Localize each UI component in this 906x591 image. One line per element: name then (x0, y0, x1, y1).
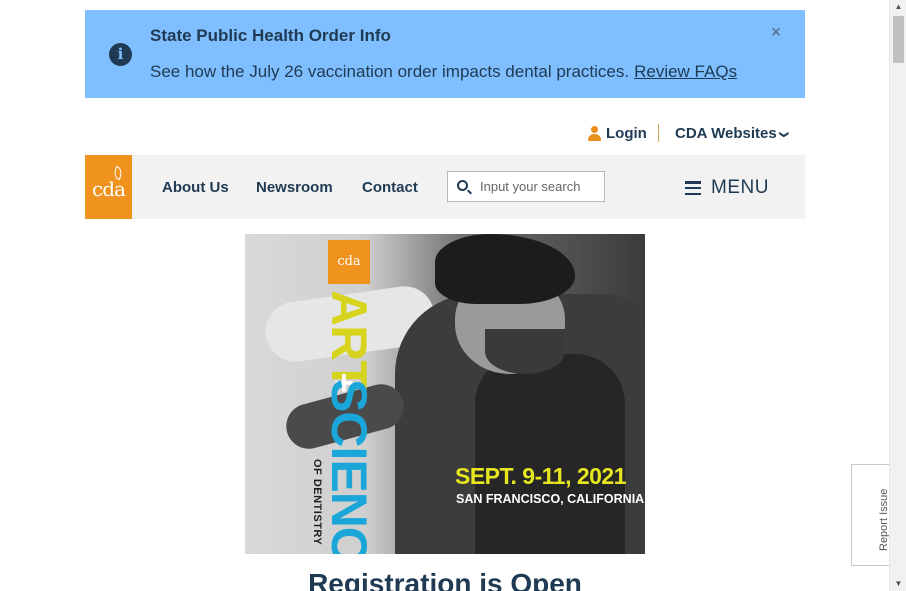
search-box (447, 171, 605, 202)
utility-bar: Login CDA Websites ❯ (85, 120, 805, 148)
scrollbar[interactable]: ▲ ▼ (889, 0, 906, 591)
scroll-down-icon[interactable]: ▼ (890, 577, 906, 591)
hero-logo: cda (328, 240, 370, 284)
nav-newsroom[interactable]: Newsroom (256, 179, 333, 196)
alert-message-text: See how the July 26 vaccination order im… (150, 62, 630, 81)
close-icon[interactable]: × (768, 23, 784, 41)
logo-text: cda (92, 177, 126, 201)
info-icon: i (109, 43, 132, 66)
registration-heading: Registration is Open (308, 568, 582, 591)
hero-subtitle: OF DENTISTRY (311, 459, 323, 546)
alert-message: See how the July 26 vaccination order im… (150, 62, 737, 82)
hero-date: SEPT. 9-11, 2021 (455, 463, 627, 489)
menu-button[interactable]: MENU (685, 177, 769, 199)
alert-banner: i State Public Health Order Info See how… (85, 10, 805, 98)
menu-label: MENU (711, 177, 769, 198)
nav-contact[interactable]: Contact (362, 179, 418, 196)
review-faqs-link[interactable]: Review FAQs (634, 62, 737, 81)
main-nav: cda About Us Newsroom Contact MENU (85, 155, 805, 219)
hero-word-science: SCIENCE (321, 379, 377, 554)
login-link[interactable]: Login (588, 125, 647, 142)
cda-websites-label: CDA Websites (675, 125, 777, 142)
cda-logo[interactable]: cda (85, 155, 132, 219)
nav-about-us[interactable]: About Us (162, 179, 229, 196)
alert-title: State Public Health Order Info (150, 26, 391, 45)
chevron-down-icon: ❯ (778, 130, 789, 139)
hamburger-icon (685, 181, 701, 195)
login-label: Login (606, 125, 647, 142)
search-input[interactable] (480, 173, 600, 200)
scrollbar-thumb[interactable] (893, 16, 904, 63)
hero-banner-image[interactable]: cda ART + SCIENCE OF DENTISTRY SEPT. 9-1… (245, 234, 645, 554)
scroll-up-icon[interactable]: ▲ (890, 0, 906, 14)
hero-location: SAN FRANCISCO, CALIFORNIA (456, 492, 645, 506)
cda-websites-dropdown[interactable]: CDA Websites ❯ (675, 125, 789, 142)
search-icon[interactable] (457, 180, 468, 191)
report-issue-tab[interactable]: Report Issue (851, 464, 890, 566)
user-icon (588, 126, 601, 141)
utility-divider (658, 124, 659, 142)
